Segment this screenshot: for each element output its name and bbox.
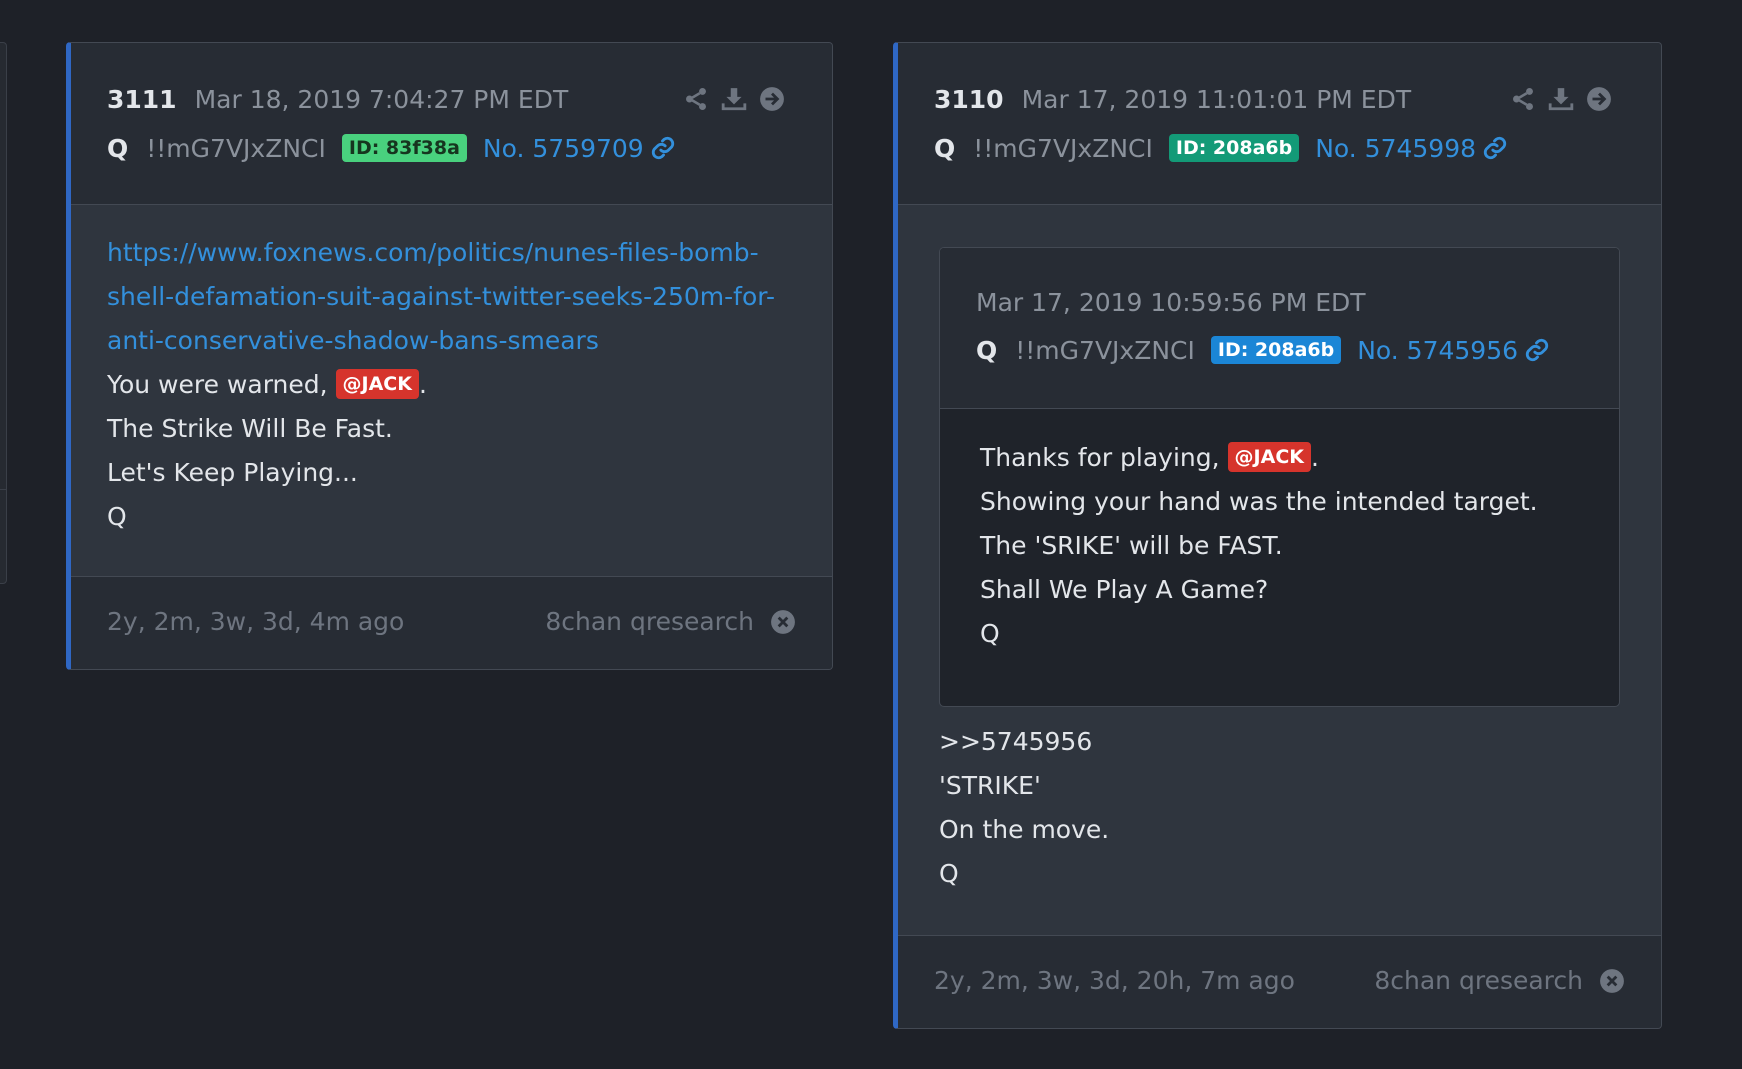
tripcode: !!mG7VJxZNCI — [973, 133, 1153, 163]
quoted-post-date: Mar 17, 2019 10:59:56 PM EDT — [976, 288, 1366, 317]
id-badge: ID: 208a6b — [1210, 336, 1342, 364]
author-name: Q — [934, 133, 956, 163]
body-line: Showing your hand was the intended targe… — [980, 487, 1538, 516]
post-number: 3111 — [107, 85, 177, 114]
author-name: Q — [107, 133, 129, 163]
warned-line: You were warned, @JACK. — [107, 369, 427, 399]
thanks-line: Thanks for playing, @JACK. — [980, 442, 1319, 472]
close-circle-icon[interactable] — [1599, 968, 1625, 994]
download-icon[interactable] — [721, 86, 747, 112]
post-body: https://www.foxnews.com/politics/nunes-f… — [71, 205, 832, 577]
post-body: Mar 17, 2019 10:59:56 PM EDT Q !!mG7VJxZ… — [898, 205, 1661, 936]
quoted-post-body: Thanks for playing, @JACK. Showing your … — [980, 436, 1538, 656]
quoted-post-header: Mar 17, 2019 10:59:56 PM EDT Q !!mG7VJxZ… — [940, 248, 1619, 409]
post-footer: 2y, 2m, 3w, 3d, 4m ago 8chan qresearch — [71, 576, 832, 669]
post-age: 2y, 2m, 3w, 3d, 20h, 7m ago — [934, 966, 1295, 995]
post-source: 8chan qresearch — [1374, 966, 1625, 995]
id-badge: ID: 83f38a — [341, 134, 467, 162]
share-icon[interactable] — [1510, 86, 1536, 112]
body-line: Shall We Play A Game? — [980, 575, 1269, 604]
post-meta: 3110 Mar 17, 2019 11:01:01 PM EDT — [934, 85, 1411, 119]
post-date: Mar 17, 2019 11:01:01 PM EDT — [1021, 85, 1412, 114]
body-line: Q — [939, 859, 959, 888]
card-divider — [0, 489, 6, 490]
post-card-3110: 3110 Mar 17, 2019 11:01:01 PM EDT Q !!mG… — [893, 42, 1662, 1029]
post-meta: 3111 Mar 18, 2019 7:04:27 PM EDT — [107, 85, 568, 119]
source-label: 8chan qresearch — [545, 607, 754, 636]
url-line[interactable]: shell-defamation-suit-against-twitter-se… — [107, 275, 796, 319]
body-line: Let's Keep Playing... — [107, 458, 358, 487]
tripcode: !!mG7VJxZNCI — [1015, 335, 1195, 365]
post-card-3111: 3111 Mar 18, 2019 7:04:27 PM EDT Q !!mG7… — [66, 42, 833, 670]
body-line: On the move. — [939, 815, 1110, 844]
arrow-right-circle-icon[interactable] — [1586, 86, 1612, 112]
tripcode: !!mG7VJxZNCI — [146, 133, 326, 163]
post-number-link[interactable]: No. 5759709 — [483, 134, 676, 163]
link-icon — [651, 136, 674, 160]
body-line: 'STRIKE' — [939, 771, 1041, 800]
quoted-post-meta: Mar 17, 2019 10:59:56 PM EDT — [976, 288, 1366, 322]
body-line: Q — [107, 502, 127, 531]
author-name: Q — [976, 335, 998, 365]
close-circle-icon[interactable] — [770, 609, 796, 635]
post-toolbar — [683, 86, 785, 112]
mention-tag[interactable]: @JACK — [335, 369, 419, 399]
post-toolbar — [1510, 86, 1612, 112]
url-line[interactable]: https://www.foxnews.com/politics/nunes-f… — [107, 231, 796, 275]
quoted-post: Mar 17, 2019 10:59:56 PM EDT Q !!mG7VJxZ… — [939, 247, 1620, 707]
post-number: 3110 — [934, 85, 1004, 114]
post-footer: 2y, 2m, 3w, 3d, 20h, 7m ago 8chan qresea… — [898, 935, 1661, 1028]
download-icon[interactable] — [1548, 86, 1574, 112]
share-icon[interactable] — [683, 86, 709, 112]
post-date: Mar 18, 2019 7:04:27 PM EDT — [194, 85, 569, 114]
post-author-line: Q !!mG7VJxZNCI ID: 83f38a No. 5759709 — [107, 131, 676, 165]
post-feed: 3111 Mar 18, 2019 7:04:27 PM EDT Q !!mG7… — [0, 0, 1742, 1069]
reply-reference[interactable]: >>5745956 — [939, 720, 1109, 764]
post-number-link-label: No. 5745956 — [1357, 335, 1519, 365]
quoted-author-line: Q !!mG7VJxZNCI ID: 208a6b No. 5745956 — [976, 333, 1550, 367]
post-number-link[interactable]: No. 5745956 — [1357, 336, 1550, 365]
post-number-link[interactable]: No. 5745998 — [1315, 134, 1508, 163]
post-number-link-label: No. 5759709 — [482, 133, 644, 163]
id-badge: ID: 208a6b — [1168, 134, 1300, 162]
mention-tag[interactable]: @JACK — [1227, 442, 1311, 472]
body-line: Q — [980, 619, 1000, 648]
post-author-line: Q !!mG7VJxZNCI ID: 208a6b No. 5745998 — [934, 131, 1508, 165]
link-icon — [1483, 136, 1507, 160]
url-line[interactable]: anti-conservative-shadow-bans-smears — [107, 319, 796, 363]
post-age: 2y, 2m, 3w, 3d, 4m ago — [107, 607, 405, 636]
post-header: 3110 Mar 17, 2019 11:01:01 PM EDT Q !!mG… — [898, 43, 1661, 205]
source-label: 8chan qresearch — [1374, 966, 1583, 995]
body-line: The Strike Will Be Fast. — [107, 414, 393, 443]
post-header: 3111 Mar 18, 2019 7:04:27 PM EDT Q !!mG7… — [71, 43, 832, 205]
link-icon — [1525, 338, 1549, 362]
body-line: The 'SRIKE' will be FAST. — [980, 531, 1283, 560]
post-source: 8chan qresearch — [545, 607, 796, 636]
post-body-text: >>5745956 'STRIKE' On the move. Q — [939, 720, 1109, 896]
previous-post-card-edge — [0, 42, 7, 584]
arrow-right-circle-icon[interactable] — [759, 86, 785, 112]
post-number-link-label: No. 5745998 — [1315, 133, 1477, 163]
